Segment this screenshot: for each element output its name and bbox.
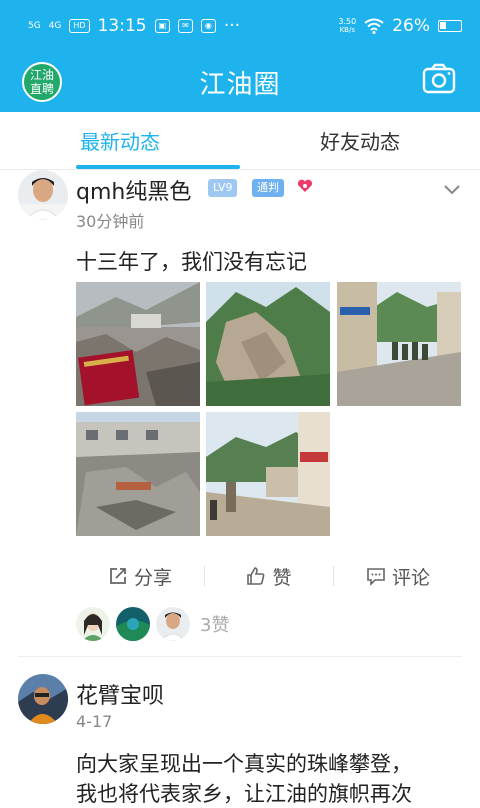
network-4g-indicator: 4G xyxy=(48,20,62,31)
brand-logo-button[interactable]: 江油 直聘 xyxy=(22,62,62,102)
share-button[interactable]: 分享 xyxy=(76,563,204,590)
post-text: 向大家呈现出一个真实的珠峰攀登， xyxy=(76,752,412,776)
liker-avatar[interactable] xyxy=(156,607,190,641)
network-5g-indicator: 5G xyxy=(28,20,41,31)
liker-avatar[interactable] xyxy=(76,607,110,641)
post-photo[interactable] xyxy=(206,282,330,406)
post-photo[interactable] xyxy=(76,282,200,406)
battery-icon xyxy=(438,20,462,32)
post-username[interactable]: 花臂宝呗 xyxy=(76,678,164,710)
liker-avatar[interactable] xyxy=(116,607,150,641)
feed-post: 花臂宝呗 4-17 向大家呈现出一个真实的珠峰攀登， 我也将代表家乡，让江油的旗… xyxy=(0,674,480,806)
brand-line-2: 直聘 xyxy=(29,82,54,96)
more-icons-indicator: ··· xyxy=(223,16,241,36)
avatar[interactable] xyxy=(18,170,68,220)
chat-icon: ◉ xyxy=(200,19,216,33)
chevron-down-icon[interactable] xyxy=(444,185,460,195)
wifi-icon xyxy=(364,18,384,34)
net-speed: 3.50 KB/s xyxy=(338,17,357,35)
likers-row: 3赞 xyxy=(76,607,229,641)
post-username[interactable]: qmh纯黑色 xyxy=(76,174,191,206)
tab-latest[interactable]: 最新动态 xyxy=(0,112,240,169)
post-text: 十三年了，我们没有忘记 xyxy=(76,250,307,274)
comment-button[interactable]: 评论 xyxy=(334,563,462,590)
brand-line-1: 江油 xyxy=(29,68,54,82)
post-photo[interactable] xyxy=(337,282,461,406)
post-text: 我也将代表家乡，让江油的旗帜再次 xyxy=(76,782,412,806)
app-header: 江油 直聘 江油圈 xyxy=(0,52,480,112)
level-badge: LV9 xyxy=(208,179,238,197)
post-photo[interactable] xyxy=(206,412,330,536)
tab-friends[interactable]: 好友动态 xyxy=(240,112,480,169)
like-button[interactable]: 赞 xyxy=(205,563,333,590)
notification-icon: ▣ xyxy=(154,19,171,33)
heart-badge-icon xyxy=(297,179,313,192)
post-actions: 分享 赞 评论 xyxy=(76,556,462,596)
post-time: 4-17 xyxy=(76,712,113,731)
page-title: 江油圈 xyxy=(199,69,281,100)
clock: 13:15 xyxy=(97,16,147,36)
battery-percent: 26% xyxy=(392,16,430,36)
avatar[interactable] xyxy=(18,674,68,724)
comment-label: 评论 xyxy=(391,566,430,589)
post-separator xyxy=(18,656,462,657)
comment-icon xyxy=(367,568,385,586)
post-time: 30分钟前 xyxy=(76,212,145,231)
camera-icon[interactable] xyxy=(422,62,456,96)
message-icon: ✉ xyxy=(178,19,193,33)
like-label: 赞 xyxy=(272,566,292,589)
thumbs-up-icon xyxy=(247,567,265,585)
feed-post: qmh纯黑色 LV9 通判 30分钟前 十三年了，我们没有忘记 分享 赞 评论 … xyxy=(0,170,480,658)
hd-indicator: HD xyxy=(69,19,90,33)
feed-tabs: 最新动态 好友动态 xyxy=(0,112,480,170)
share-icon xyxy=(110,568,126,584)
post-photo[interactable] xyxy=(76,412,200,536)
status-bar: 5G 4G HD 13:15 ▣ ✉ ◉ ··· 3.50 KB/s 26% xyxy=(0,0,480,52)
share-label: 分享 xyxy=(133,566,172,589)
like-count: 3赞 xyxy=(200,615,230,636)
role-badge: 通判 xyxy=(252,179,284,197)
